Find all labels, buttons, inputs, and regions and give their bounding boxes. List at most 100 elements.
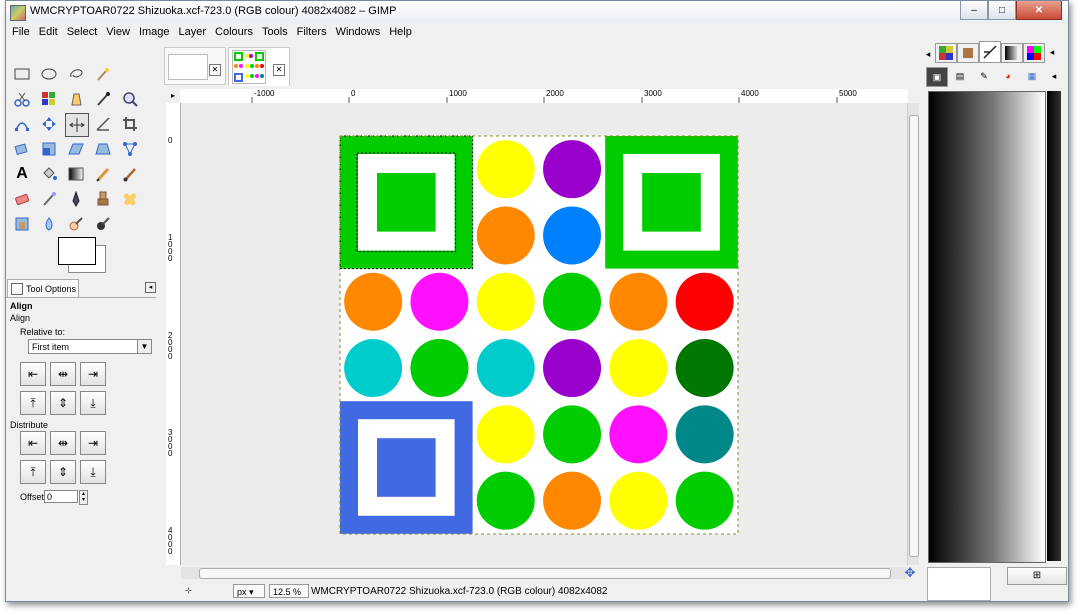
paintbrush-icon[interactable] xyxy=(119,163,141,185)
close-tab-icon[interactable]: ✕ xyxy=(209,64,221,76)
zoom-icon[interactable] xyxy=(119,88,141,110)
lasso-icon[interactable] xyxy=(65,63,87,85)
tab-tool-options[interactable]: Tool Options xyxy=(7,279,79,297)
tab-palettes[interactable] xyxy=(1023,43,1045,63)
foreground-color-swatch[interactable] xyxy=(58,237,96,265)
tab-gradient-editor[interactable] xyxy=(1001,43,1023,63)
bucket-fill-icon[interactable] xyxy=(38,163,60,185)
menu-select[interactable]: Select xyxy=(67,26,98,38)
crop-icon[interactable] xyxy=(119,113,141,135)
vertical-ruler[interactable]: 0 1000 2000 3000 4000 xyxy=(166,103,181,565)
align-center-button[interactable]: ⇹ xyxy=(50,362,76,386)
brush-preview[interactable] xyxy=(927,567,991,601)
menu-layer[interactable]: Layer xyxy=(179,26,207,38)
perspective-icon[interactable] xyxy=(92,138,114,160)
vertical-scroll-thumb[interactable] xyxy=(909,115,919,557)
pencil-icon[interactable] xyxy=(92,163,114,185)
offset-input[interactable]: 0 xyxy=(44,490,78,503)
heal-icon[interactable] xyxy=(119,188,141,210)
chevron-down-icon[interactable]: ▼ xyxy=(137,340,151,353)
burn-icon[interactable] xyxy=(92,213,114,235)
align-top-button[interactable]: ⤒ xyxy=(20,391,46,415)
image-canvas[interactable] xyxy=(181,103,907,565)
close-tab-icon[interactable]: ✕ xyxy=(273,64,285,76)
ellipse-select-icon[interactable] xyxy=(38,63,60,85)
scissors-icon[interactable] xyxy=(11,88,33,110)
dock-menu-icon[interactable]: ◂ xyxy=(923,45,933,63)
align-bottom-button[interactable]: ⤓ xyxy=(80,391,106,415)
menu-windows[interactable]: Windows xyxy=(336,26,381,38)
clone-icon[interactable] xyxy=(92,188,114,210)
navigate-icon[interactable]: ✥ xyxy=(903,566,917,580)
menu-colours[interactable]: Colours xyxy=(215,26,253,38)
dock-tab-menu-icon[interactable]: ◂ xyxy=(1045,43,1059,61)
tab-channels[interactable]: ▤ xyxy=(950,67,970,85)
align-icon[interactable] xyxy=(65,113,89,137)
square-bottom-left-core xyxy=(377,438,436,497)
horizontal-scrollbar[interactable] xyxy=(181,567,907,579)
maximize-button[interactable]: □ xyxy=(988,1,1016,20)
canvas-area[interactable] xyxy=(181,103,907,565)
tab-histogram[interactable]: ▦ xyxy=(1022,67,1042,85)
move-icon[interactable] xyxy=(38,113,60,135)
perspective-clone-icon[interactable] xyxy=(11,213,33,235)
blend-icon[interactable] xyxy=(65,163,87,185)
align-middle-button[interactable]: ⇕ xyxy=(50,391,76,415)
offset-spin-icon[interactable]: ▴ ▾ xyxy=(79,490,88,505)
text-icon[interactable]: A xyxy=(11,163,33,185)
panel-menu-icon[interactable]: ◂ xyxy=(145,282,156,293)
dock-menu-icon[interactable]: ◂ xyxy=(1044,67,1064,85)
tab-layers[interactable]: ▣ xyxy=(926,67,948,87)
menu-tools[interactable]: Tools xyxy=(262,26,288,38)
minimize-button[interactable]: – xyxy=(960,1,988,20)
blank-image-thumbnail xyxy=(168,54,208,80)
horizontal-scroll-thumb[interactable] xyxy=(199,568,891,579)
fg-bg-color-swatches[interactable] xyxy=(58,237,108,277)
distribute-middle-button[interactable]: ⇕ xyxy=(50,460,76,484)
menu-image[interactable]: Image xyxy=(139,26,170,38)
image-tab-blank[interactable]: ✕ xyxy=(164,47,226,85)
canvas-corner-pointer-icon[interactable]: ▸ xyxy=(167,89,179,102)
tab-brushes[interactable] xyxy=(957,43,979,63)
distribute-left-button[interactable]: ⇤ xyxy=(20,431,46,455)
fuzzy-select-icon[interactable] xyxy=(92,63,114,85)
color-picker-icon[interactable] xyxy=(92,88,114,110)
rotate-icon[interactable] xyxy=(11,138,33,160)
foreground-select-icon[interactable] xyxy=(65,88,87,110)
cage-icon[interactable] xyxy=(119,138,141,160)
tab-patterns[interactable] xyxy=(935,43,957,63)
distribute-bottom-button[interactable]: ⤓ xyxy=(80,460,106,484)
close-button[interactable]: ✕ xyxy=(1016,1,1062,20)
menu-edit[interactable]: Edit xyxy=(39,26,58,38)
tab-paths[interactable]: ✎ xyxy=(974,67,994,85)
distribute-top-button[interactable]: ⤒ xyxy=(20,460,46,484)
scale-icon[interactable] xyxy=(38,138,60,160)
airbrush-icon[interactable] xyxy=(38,188,60,210)
menu-filters[interactable]: Filters xyxy=(297,26,327,38)
unit-select[interactable]: px ▾ xyxy=(233,584,265,598)
relative-to-select[interactable]: First item ▼ xyxy=(28,339,152,354)
zoom-select[interactable]: 12.5 % xyxy=(269,584,309,598)
ink-icon[interactable] xyxy=(65,188,87,210)
distribute-center-button[interactable]: ⇹ xyxy=(50,431,76,455)
horizontal-ruler[interactable]: -1000 0 1000 2000 3000 4000 5000 xyxy=(180,89,908,104)
smudge-icon[interactable] xyxy=(38,213,60,235)
menu-help[interactable]: Help xyxy=(389,26,412,38)
eraser-icon[interactable] xyxy=(11,188,33,210)
shear-icon[interactable] xyxy=(65,138,87,160)
tab-gradients[interactable] xyxy=(979,41,1001,63)
new-item-button[interactable]: ⊞ xyxy=(1007,567,1067,585)
image-tab-shizuoka[interactable]: ✕ xyxy=(228,47,290,86)
menu-view[interactable]: View xyxy=(106,26,130,38)
menu-file[interactable]: File xyxy=(12,26,30,38)
dodge-icon[interactable] xyxy=(65,213,87,235)
by-color-select-icon[interactable] xyxy=(38,88,60,110)
tab-colormap[interactable]: ◕ xyxy=(998,67,1018,85)
vertical-scrollbar[interactable] xyxy=(907,103,919,565)
measure-icon[interactable] xyxy=(92,113,114,135)
paths-icon[interactable] xyxy=(11,113,33,135)
align-right-button[interactable]: ⇥ xyxy=(80,362,106,386)
align-left-button[interactable]: ⇤ xyxy=(20,362,46,386)
rect-select-icon[interactable] xyxy=(11,63,33,85)
distribute-right-button[interactable]: ⇥ xyxy=(80,431,106,455)
